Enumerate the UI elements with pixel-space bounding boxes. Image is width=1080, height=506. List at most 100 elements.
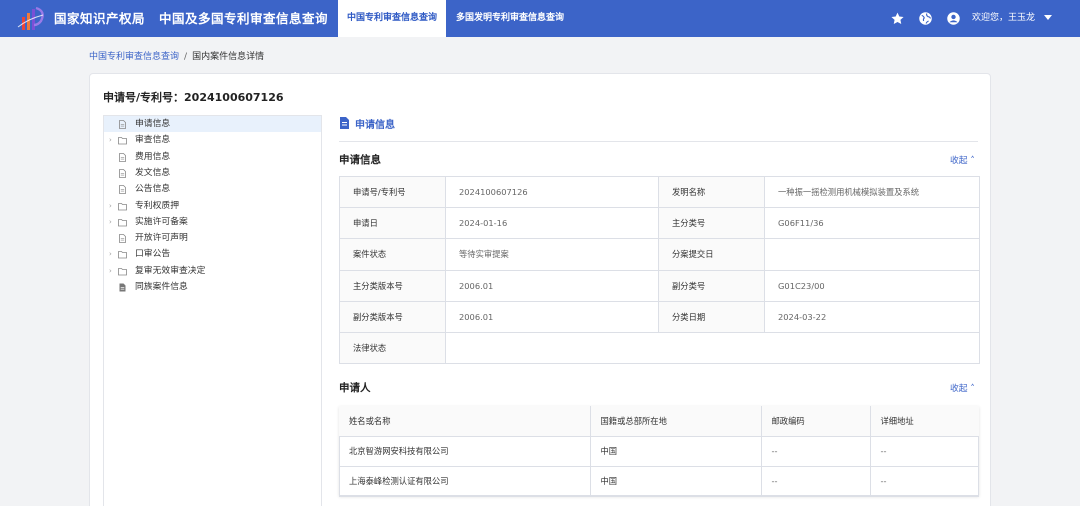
sidebar-item-8[interactable]: › 口审公告 bbox=[104, 246, 321, 262]
field-label: 案件状态 bbox=[339, 238, 446, 271]
welcome-user-text[interactable]: 欢迎您，王玉龙 bbox=[972, 0, 1035, 37]
site-brand[interactable]: 国家知识产权局 中国及多国专利审查信息查询 bbox=[54, 0, 328, 37]
field-label: 主分类号 bbox=[658, 207, 765, 240]
sidebar-item-label: 实施许可备案 bbox=[135, 216, 188, 227]
breadcrumb-separator: / bbox=[184, 52, 188, 62]
column-header: 姓名或名称 bbox=[339, 406, 591, 437]
chevron-up-icon: ˄ bbox=[970, 156, 975, 166]
table-row: 申请号/专利号 2024100607126 发明名称 一种振一摇检测用机械模拟装置及系… bbox=[339, 175, 980, 209]
sidebar-item-4[interactable]: 公告信息 bbox=[104, 181, 321, 197]
sidebar-item-label: 开放许可声明 bbox=[135, 233, 188, 244]
cnipa-logo-icon[interactable] bbox=[16, 5, 46, 32]
expand-arrow-icon[interactable]: › bbox=[109, 263, 115, 279]
field-label: 副分类号 bbox=[658, 269, 765, 302]
sidebar-item-label: 口审公告 bbox=[135, 249, 171, 260]
sidebar-item-2[interactable]: 费用信息 bbox=[104, 149, 321, 165]
case-info-tree: 申请信息 › 审查信息 费用信息 发文信息 公告信息 › 专利权质押 › 实施许可备案 开放许可声明… bbox=[103, 115, 322, 506]
sidebar-item-5[interactable]: › 专利权质押 bbox=[104, 198, 321, 214]
sidebar-item-7[interactable]: 开放许可声明 bbox=[104, 230, 321, 246]
folder-icon bbox=[118, 218, 127, 227]
field-label: 申请日 bbox=[339, 207, 446, 240]
org-name: 国家知识产权局 bbox=[54, 11, 146, 26]
column-header: 国籍或总部所在地 bbox=[590, 406, 762, 437]
applicants-table: 姓名或名称 国籍或总部所在地 邮政编码 详细地址 北京智游网安科技有限公司 中国 -- --… bbox=[339, 406, 979, 497]
globe-icon[interactable] bbox=[918, 11, 933, 26]
expand-arrow-icon[interactable]: › bbox=[109, 132, 115, 148]
sidebar-item-6[interactable]: › 实施许可备案 bbox=[104, 214, 321, 230]
table-row: 案件状态 等待实审提案 分案提交日 bbox=[339, 238, 980, 271]
collapse-applicants-button[interactable]: 收起 ˄ bbox=[950, 381, 975, 394]
chevron-down-icon[interactable] bbox=[1044, 15, 1052, 21]
application-info-title: 申请信息 bbox=[339, 154, 381, 166]
collapse-label: 收起 bbox=[950, 384, 968, 394]
star-icon[interactable] bbox=[890, 11, 905, 26]
sidebar-item-label: 费用信息 bbox=[135, 151, 171, 162]
tab-china-patent-query[interactable]: 中国专利审查信息查询 bbox=[338, 0, 446, 37]
field-value: 2006.01 bbox=[445, 300, 659, 333]
table-row: 申请日 2024-01-16 主分类号 G06F11/36 bbox=[339, 207, 980, 240]
sidebar-item-label: 发文信息 bbox=[135, 167, 171, 178]
field-label: 法律状态 bbox=[339, 331, 446, 365]
table-cell: -- bbox=[870, 436, 979, 467]
column-header: 邮政编码 bbox=[761, 406, 871, 437]
sidebar-item-1[interactable]: › 审查信息 bbox=[104, 132, 321, 148]
field-value: 等待实审提案 bbox=[445, 238, 659, 271]
sidebar-item-label: 审查信息 bbox=[135, 135, 171, 146]
folder-icon bbox=[118, 137, 127, 145]
divider bbox=[339, 141, 978, 142]
collapse-label: 收起 bbox=[950, 156, 968, 166]
column-header: 详细地址 bbox=[870, 406, 979, 437]
breadcrumb: 中国专利审查信息查询 / 国内案件信息详情 bbox=[89, 49, 264, 62]
table-cell: 上海泰峰检测认证有限公司 bbox=[339, 466, 591, 497]
table-cell: 北京智游网安科技有限公司 bbox=[339, 436, 591, 467]
sidebar-item-3[interactable]: 发文信息 bbox=[104, 165, 321, 181]
field-value: 一种振一摇检测用机械模拟装置及系统 bbox=[764, 175, 980, 209]
field-value: 2024100607126 bbox=[445, 175, 659, 209]
account-icon[interactable] bbox=[946, 11, 961, 26]
file-icon bbox=[119, 283, 126, 292]
table-row: 法律状态 bbox=[339, 331, 980, 365]
field-value: 2006.01 bbox=[445, 269, 659, 302]
sidebar-item-label: 复审无效审查决定 bbox=[135, 265, 206, 276]
table-cell: -- bbox=[870, 466, 979, 497]
tab-multi-country-query[interactable]: 多国发明专利审查信息查询 bbox=[456, 0, 564, 37]
sidebar-item-label: 公告信息 bbox=[135, 184, 171, 195]
sidebar-item-0[interactable]: 申请信息 bbox=[104, 116, 321, 132]
folder-icon bbox=[118, 251, 127, 259]
table-cell: 中国 bbox=[590, 436, 762, 467]
folder-icon bbox=[118, 267, 127, 276]
expand-arrow-icon[interactable]: › bbox=[109, 214, 115, 230]
document-icon bbox=[340, 117, 349, 129]
applicants-title: 申请人 bbox=[339, 382, 371, 394]
expand-arrow-icon[interactable]: › bbox=[109, 198, 115, 214]
sidebar-item-label: 同族案件信息 bbox=[135, 282, 188, 292]
sidebar-item-label: 申请信息 bbox=[135, 119, 171, 129]
table-row: 副分类版本号 2006.01 分类日期 2024-03-22 bbox=[339, 300, 980, 333]
field-label: 分案提交日 bbox=[658, 238, 765, 271]
field-value: G01C23/00 bbox=[764, 269, 980, 302]
table-row: 上海泰峰检测认证有限公司 中国 -- -- bbox=[339, 466, 979, 497]
section-title: 申请信息 bbox=[355, 120, 395, 131]
table-cell: -- bbox=[761, 466, 871, 497]
case-detail-card: 申请号/专利号：2024100607126 申请信息 › 审查信息费用信息发文信息公… bbox=[89, 73, 991, 506]
top-navigation-bar: 国家知识产权局 中国及多国专利审查信息查询 中国专利审查信息查询 多国发明专利审查… bbox=[0, 0, 1080, 37]
file-icon bbox=[119, 234, 126, 243]
sidebar-item-9[interactable]: › 复审无效审查决定 bbox=[104, 263, 321, 279]
file-icon bbox=[119, 185, 126, 195]
chevron-up-icon: ˄ bbox=[970, 384, 975, 394]
application-info-table: 申请号/专利号 2024100607126 发明名称 一种振一摇检测用机械模拟装置及系… bbox=[339, 175, 980, 365]
field-label: 副分类版本号 bbox=[339, 300, 446, 333]
field-value bbox=[445, 331, 980, 365]
folder-icon bbox=[118, 202, 127, 210]
application-number-title: 申请号/专利号：2024100607126 bbox=[103, 91, 284, 104]
breadcrumb-current: 国内案件信息详情 bbox=[192, 52, 265, 62]
table-cell: 中国 bbox=[590, 466, 762, 497]
collapse-application-button[interactable]: 收起 ˄ bbox=[950, 153, 975, 166]
field-label: 主分类版本号 bbox=[339, 269, 446, 302]
table-row: 北京智游网安科技有限公司 中国 -- -- bbox=[339, 436, 979, 467]
sidebar-item-10[interactable]: 同族案件信息 bbox=[104, 279, 321, 295]
expand-arrow-icon[interactable]: › bbox=[109, 246, 115, 262]
field-value bbox=[764, 238, 980, 271]
breadcrumb-root-link[interactable]: 中国专利审查信息查询 bbox=[89, 52, 179, 62]
table-row: 主分类版本号 2006.01 副分类号 G01C23/00 bbox=[339, 269, 980, 302]
